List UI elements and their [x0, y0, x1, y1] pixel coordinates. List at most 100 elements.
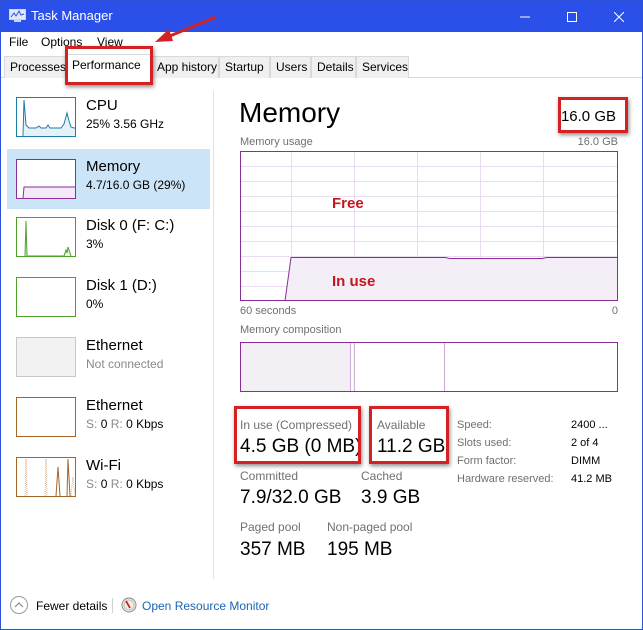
menu-view[interactable]: View: [97, 35, 123, 49]
form-factor-value: DIMM: [571, 455, 601, 467]
chevron-up-icon[interactable]: [10, 596, 28, 614]
memory-panel: Memory 16.0 GB Memory usage 16.0 GB Free…: [224, 79, 634, 579]
sidebar-wifi-subtitle: S: 0 R: 0 Kbps: [86, 477, 163, 491]
resource-monitor-icon: [121, 597, 137, 613]
maximize-button[interactable]: [549, 1, 595, 32]
usage-chart-x-right: 0: [611, 305, 618, 317]
window-title: Task Manager: [31, 8, 113, 23]
memory-usage-chart: [240, 151, 618, 301]
sidebar-item-memory[interactable]: Memory 4.7/16.0 GB (29%): [7, 149, 210, 209]
available-value: 11.2 GB: [377, 436, 446, 457]
open-resource-monitor-link[interactable]: Open Resource Monitor: [142, 599, 269, 613]
fewer-details-button[interactable]: Fewer details: [36, 599, 107, 613]
wifi-graph-icon: [16, 457, 76, 497]
send-label: S:: [86, 477, 98, 491]
paged-pool-label: Paged pool: [240, 520, 301, 534]
usage-chart-x-left: 60 seconds: [240, 305, 297, 317]
speed-value: 2400 ...: [571, 419, 608, 431]
maximize-icon: [567, 11, 577, 22]
hardware-reserved-value: 41.2 MB: [571, 473, 612, 485]
annotation-free: Free: [332, 195, 364, 212]
send-value: 0: [100, 477, 108, 491]
footer: Fewer details Open Resource Monitor: [1, 591, 642, 621]
tab-performance[interactable]: Performance: [66, 54, 151, 79]
speed-label: Speed:: [457, 419, 492, 431]
paged-pool-value: 357 MB: [240, 539, 306, 560]
sidebar-item-wifi[interactable]: Wi-Fi S: 0 R: 0 Kbps: [7, 451, 210, 511]
usage-chart-max-label: 16.0 GB: [577, 136, 618, 148]
sidebar-ethernet2-subtitle: S: 0 R: 0 Kbps: [86, 417, 163, 431]
title-bar: Task Manager: [1, 1, 642, 32]
cpu-graph-icon: [16, 97, 76, 137]
available-label: Available: [377, 418, 426, 432]
menu-bar: File Options View: [1, 32, 642, 52]
ethernet-graph-icon: [16, 337, 76, 377]
sidebar-memory-subtitle: 4.7/16.0 GB (29%): [86, 178, 186, 192]
memory-graph-icon: [16, 159, 76, 199]
sidebar-ethernet1-subtitle: Not connected: [86, 357, 164, 371]
disk-graph-icon: [16, 277, 76, 317]
in-use-value: 4.5 GB (0 MB): [240, 436, 362, 457]
tab-processes[interactable]: Processes: [4, 56, 66, 78]
sidebar-memory-title: Memory: [86, 158, 141, 175]
ethernet-graph-icon: [16, 397, 76, 437]
sidebar-cpu-title: CPU: [86, 97, 118, 114]
receive-label: R:: [110, 477, 123, 491]
menu-file[interactable]: File: [9, 35, 28, 49]
committed-label: Committed: [240, 469, 299, 483]
annotation-in-use: In use: [332, 273, 376, 290]
close-button[interactable]: [596, 1, 642, 32]
receive-value: 0 Kbps: [126, 477, 164, 491]
tab-details[interactable]: Details: [311, 56, 356, 78]
memory-composition-chart[interactable]: [240, 342, 618, 392]
chevron-up-glyph: [14, 602, 24, 608]
sidebar-item-cpu[interactable]: CPU 25% 3.56 GHz: [7, 91, 210, 151]
committed-value: 7.9/32.0 GB: [240, 487, 342, 508]
sidebar-item-disk-0[interactable]: Disk 0 (F: C:) 3%: [7, 211, 210, 271]
receive-value: 0 Kbps: [126, 417, 164, 431]
composition-in-use: [241, 343, 351, 391]
form-factor-label: Form factor:: [457, 455, 517, 467]
non-paged-pool-label: Non-paged pool: [327, 520, 413, 534]
sidebar-ethernet2-title: Ethernet: [86, 397, 143, 414]
non-paged-pool-value: 195 MB: [327, 539, 393, 560]
minimize-button[interactable]: [502, 1, 548, 32]
tab-users[interactable]: Users: [270, 56, 311, 78]
cached-value: 3.9 GB: [361, 487, 421, 508]
hardware-reserved-label: Hardware reserved:: [457, 473, 554, 485]
send-value: 0: [100, 417, 108, 431]
tab-bar: Processes Performance App history Startu…: [1, 54, 642, 79]
receive-label: R:: [110, 417, 123, 431]
footer-separator: [112, 598, 113, 613]
sidebar-disk1-title: Disk 1 (D:): [86, 277, 157, 294]
sidebar-ethernet1-title: Ethernet: [86, 337, 143, 354]
slots-used-label: Slots used:: [457, 437, 512, 449]
in-use-label: In use (Compressed): [240, 418, 353, 432]
tab-app-history[interactable]: App history: [151, 56, 219, 78]
usage-chart-label: Memory usage: [240, 136, 313, 148]
task-manager-window: Task Manager File Options View Processes…: [0, 0, 643, 630]
sidebar-disk0-title: Disk 0 (F: C:): [86, 217, 175, 234]
sidebar-disk0-subtitle: 3%: [86, 237, 104, 251]
sidebar-item-ethernet[interactable]: Ethernet S: 0 R: 0 Kbps: [7, 391, 210, 451]
send-label: S:: [86, 417, 98, 431]
tab-startup[interactable]: Startup: [219, 56, 270, 78]
slots-used-value: 2 of 4: [571, 437, 599, 449]
panel-title: Memory: [239, 97, 341, 128]
task-manager-app-icon: [9, 9, 26, 22]
sidebar-disk1-subtitle: 0%: [86, 297, 104, 311]
sidebar-item-disk-1[interactable]: Disk 1 (D:) 0%: [7, 271, 210, 331]
menu-options[interactable]: Options: [41, 35, 82, 49]
total-memory: 16.0 GB: [560, 108, 616, 125]
disk-graph-icon: [16, 217, 76, 257]
tab-services[interactable]: Services: [356, 56, 409, 78]
sidebar-cpu-subtitle: 25% 3.56 GHz: [86, 117, 165, 131]
composition-chart-label: Memory composition: [240, 324, 342, 336]
close-icon: [614, 11, 624, 22]
sidebar-divider: [213, 91, 214, 579]
sidebar-item-ethernet-disconnected[interactable]: Ethernet Not connected: [7, 331, 210, 391]
minimize-icon: [520, 16, 530, 17]
cached-label: Cached: [361, 469, 403, 483]
sidebar-wifi-title: Wi-Fi: [86, 457, 121, 474]
performance-sidebar: CPU 25% 3.56 GHz Memory 4.7/16.0 GB (29%…: [1, 79, 213, 579]
